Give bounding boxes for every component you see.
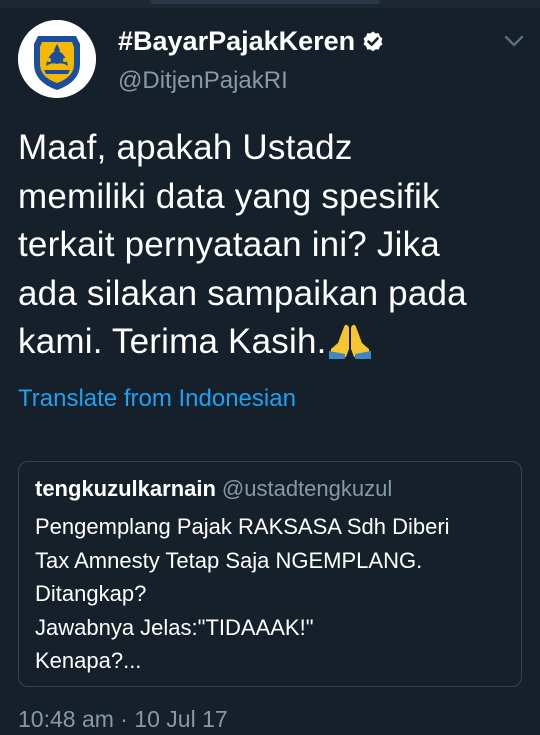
display-name[interactable]: #BayarPajakKeren <box>118 26 385 57</box>
translate-link[interactable]: Translate from Indonesian <box>18 385 296 413</box>
quoted-line: Pengemplang Pajak RAKSASA Sdh Diberi <box>35 514 450 539</box>
tweet-line: terkait pernyataan ini? Jika <box>18 225 440 264</box>
tweet-line: ada silakan sampaikan pada <box>18 273 467 313</box>
quoted-line: Tax Amnesty Tetap Saja NGEMPLANG. <box>35 547 423 573</box>
chevron-down-icon[interactable] <box>502 32 526 50</box>
verified-badge-icon <box>363 31 383 51</box>
quoted-line: Ditangkap? <box>35 581 147 606</box>
tweet-line: kami. Terima Kasih. <box>18 322 327 361</box>
quoted-author-name: tengkuzulkarnain <box>35 476 216 501</box>
quoted-tweet-header: tengkuzulkarnain @ustadtengkuzul <box>35 476 392 502</box>
avatar[interactable] <box>18 20 96 98</box>
quoted-author-handle: @ustadtengkuzul <box>221 476 393 501</box>
tweet-line-last: kami. Terima Kasih. <box>18 318 528 367</box>
ditjen-pajak-logo-icon <box>18 20 96 98</box>
previous-tweet-edge <box>0 0 540 8</box>
display-name-text[interactable]: #BayarPajakKeren <box>118 26 355 57</box>
tweet-text: Maaf, apakah Ustadz memiliki data yang s… <box>18 124 528 367</box>
quoted-line: Jawabnya Jelas:"TIDAAAK!" <box>35 614 314 640</box>
tweet-line: Maaf, apakah Ustadz <box>18 128 353 167</box>
tweet-line: memiliki data yang spesifik <box>18 176 440 216</box>
quoted-tweet[interactable]: tengkuzulkarnain @ustadtengkuzul Pengempl… <box>18 461 522 687</box>
folded-hands-emoji-icon <box>328 324 371 359</box>
quoted-tweet-text: Pengemplang Pajak RAKSASA Sdh Diberi Tax… <box>35 510 515 678</box>
quoted-line: Kenapa?... <box>35 648 142 673</box>
tweet-timestamp[interactable]: 10:48 am · 10 Jul 17 <box>18 706 228 733</box>
user-handle[interactable]: @DitjenPajakRI <box>118 67 288 95</box>
